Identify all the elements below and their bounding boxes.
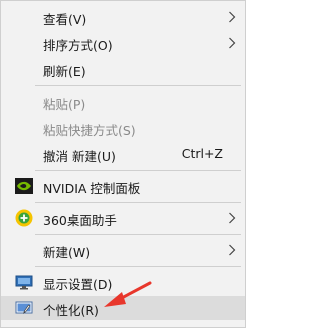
chevron-right-icon	[229, 244, 236, 256]
menu-item-display-settings-label: 显示设置(D)	[43, 277, 113, 292]
menu-item-nvidia-control-panel[interactable]: NVIDIA 控制面板	[1, 174, 245, 198]
menu-item-view[interactable]: 查看(V)	[1, 5, 245, 29]
menu-item-undo-new-label: 撤消 新建(U)	[43, 149, 116, 164]
menu-item-refresh[interactable]: 刷新(E)	[1, 57, 245, 81]
menu-separator	[35, 85, 241, 86]
menu-item-sort-by[interactable]: 排序方式(O)	[1, 31, 245, 55]
menu-item-nvidia-control-panel-label: NVIDIA 控制面板	[43, 181, 141, 196]
menu-item-360-desktop-assistant-label: 360桌面助手	[43, 213, 117, 228]
menu-item-view-label: 查看(V)	[43, 12, 87, 27]
menu-item-personalize[interactable]: 个性化(R)	[1, 296, 245, 320]
menu-separator	[35, 202, 241, 203]
desktop-context-menu: 查看(V) 排序方式(O) 刷新(E) 粘贴(P) 粘贴快捷方式(S) 撤消 新…	[0, 0, 246, 328]
menu-item-new[interactable]: 新建(W)	[1, 238, 245, 262]
360-desktop-icon	[15, 209, 33, 227]
menu-item-undo-new[interactable]: 撤消 新建(U) Ctrl+Z	[1, 142, 245, 166]
menu-item-sort-by-label: 排序方式(O)	[43, 38, 113, 53]
menu-item-personalize-label: 个性化(R)	[43, 303, 99, 318]
display-settings-icon	[15, 275, 33, 290]
menu-item-paste-shortcut: 粘贴快捷方式(S)	[1, 116, 245, 140]
menu-item-display-settings[interactable]: 显示设置(D)	[1, 270, 245, 294]
personalize-icon	[15, 301, 33, 314]
menu-item-paste-shortcut-label: 粘贴快捷方式(S)	[43, 123, 136, 138]
menu-item-paste-label: 粘贴(P)	[43, 97, 86, 112]
menu-item-paste: 粘贴(P)	[1, 90, 245, 114]
menu-item-360-desktop-assistant[interactable]: 360桌面助手	[1, 206, 245, 230]
menu-separator	[35, 266, 241, 267]
menu-separator	[35, 234, 241, 235]
chevron-right-icon	[229, 212, 236, 224]
nvidia-icon	[15, 178, 33, 194]
menu-item-refresh-label: 刷新(E)	[43, 64, 86, 79]
chevron-right-icon	[229, 37, 236, 49]
menu-item-new-label: 新建(W)	[43, 245, 91, 260]
menu-separator	[35, 170, 241, 171]
menu-item-undo-new-shortcut: Ctrl+Z	[181, 146, 223, 161]
chevron-right-icon	[229, 11, 236, 23]
